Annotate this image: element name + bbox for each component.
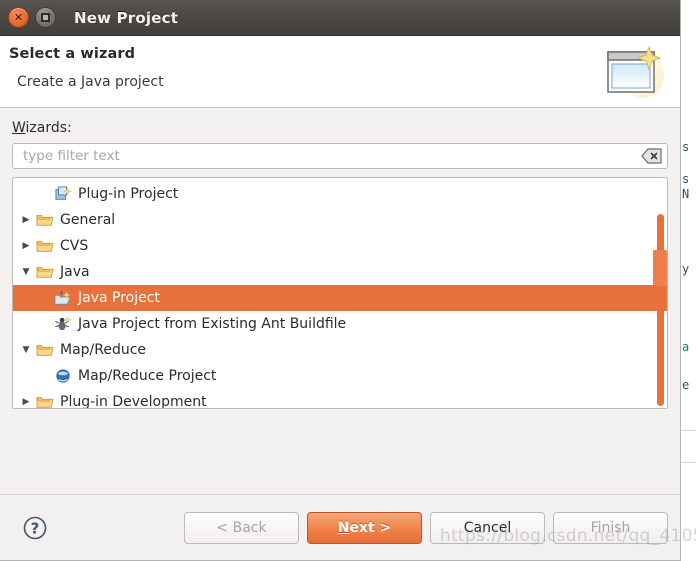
wizard-tree[interactable]: Plug-in Project ▶ General ▶ CVS ▼ Java Java Pro…: [12, 177, 668, 409]
chevron-right-icon[interactable]: ▶: [17, 397, 35, 407]
background-rule: [681, 430, 696, 431]
wizards-label-rest: izards:: [25, 120, 72, 136]
folder-icon: [35, 211, 55, 229]
tree-item-label: General: [60, 212, 116, 228]
background-fragment: N: [682, 187, 690, 201]
button-label: < Back: [216, 519, 267, 536]
close-icon[interactable]: ✕: [8, 7, 29, 28]
tree-item-label: CVS: [60, 238, 89, 254]
folder-icon: [35, 263, 55, 281]
ant-icon: [53, 315, 73, 333]
help-icon[interactable]: ?: [22, 515, 48, 541]
background-fragment: s: [682, 172, 690, 186]
button-label: Cancel: [463, 519, 512, 536]
tree-item[interactable]: Java Project from Existing Ant Buildfile: [13, 311, 667, 337]
background-fragment: e: [682, 378, 690, 392]
tree-item-label: Plug-in Development: [60, 394, 207, 409]
java-project-icon: [53, 289, 73, 307]
wizard-window-sparkle-icon: [607, 45, 664, 98]
folder-icon: [35, 237, 55, 255]
background-fragment: a: [682, 340, 690, 354]
tree-item[interactable]: ▼ Map/Reduce: [13, 337, 667, 363]
background-fragment: y: [682, 262, 690, 276]
dialog-button-group: < Back Next > Cancel Finish: [184, 511, 668, 544]
search-input[interactable]: [21, 144, 641, 168]
vertical-scrollbar[interactable]: [657, 214, 664, 406]
button-label: Finish: [590, 519, 631, 536]
back-button: < Back: [184, 511, 299, 544]
dialog-footer: ? < Back Next > Cancel Finish https://blog.…: [0, 494, 696, 560]
filter-field-wrapper[interactable]: [12, 143, 668, 169]
button-label: Next >: [337, 519, 392, 536]
wizards-label-mnemonic: W: [12, 120, 26, 136]
close-glyph: ✕: [13, 11, 24, 24]
vertical-scrollbar-thumb[interactable]: [653, 250, 667, 286]
finish-button: Finish: [553, 511, 668, 544]
wizards-label: Wizards:: [12, 120, 668, 136]
maximize-glyph: [41, 13, 50, 22]
page-description: Create a Java project: [17, 74, 164, 90]
dialog-header: Select a wizard Create a Java project: [0, 36, 680, 108]
chevron-down-icon[interactable]: ▼: [17, 267, 35, 277]
tree-item-label: Map/Reduce: [60, 342, 147, 358]
chevron-down-icon[interactable]: ▼: [17, 345, 35, 355]
hadoop-icon: [53, 367, 73, 385]
background-text-strip: s s N y a e: [681, 0, 696, 561]
clear-text-icon[interactable]: [641, 148, 663, 164]
tree-item-label: Map/Reduce Project: [78, 368, 217, 384]
wizard-tree-rows: Plug-in Project ▶ General ▶ CVS ▼ Java Java Pro…: [13, 178, 667, 409]
page-title: Select a wizard: [9, 46, 136, 62]
tree-item[interactable]: Map/Reduce Project: [13, 363, 667, 389]
dialog-body: Wizards: Plug-in Project ▶ General ▶ CVS ▼ Jav…: [0, 108, 680, 494]
tree-item[interactable]: ▼ Java: [13, 259, 667, 285]
new-project-dialog: ✕ New Project Select a wizard Create a J…: [0, 0, 696, 561]
tree-item-label: Plug-in Project: [78, 186, 179, 202]
tree-item-label: Java Project: [78, 290, 160, 306]
maximize-icon[interactable]: [35, 7, 56, 28]
tree-item-label: Java: [60, 264, 90, 280]
tree-item[interactable]: ▶ General: [13, 207, 667, 233]
background-fragment: s: [682, 140, 690, 154]
tree-item[interactable]: ▶ CVS: [13, 233, 667, 259]
tree-item[interactable]: Java Project: [13, 285, 667, 311]
tree-item[interactable]: ▶ Plug-in Development: [13, 389, 667, 409]
plugin-project-icon: [53, 185, 73, 203]
tree-item-label: Java Project from Existing Ant Buildfile: [78, 316, 347, 332]
cancel-button[interactable]: Cancel: [430, 511, 545, 544]
chevron-right-icon[interactable]: ▶: [17, 241, 35, 251]
chevron-right-icon[interactable]: ▶: [17, 215, 35, 225]
window-title: New Project: [74, 8, 179, 27]
background-rule: [681, 462, 696, 463]
tree-item[interactable]: Plug-in Project: [13, 181, 667, 207]
folder-icon: [35, 341, 55, 359]
next-button[interactable]: Next >: [307, 511, 422, 544]
svg-text:?: ?: [31, 519, 40, 537]
folder-icon: [35, 393, 55, 408]
window-titlebar: ✕ New Project: [0, 0, 680, 36]
